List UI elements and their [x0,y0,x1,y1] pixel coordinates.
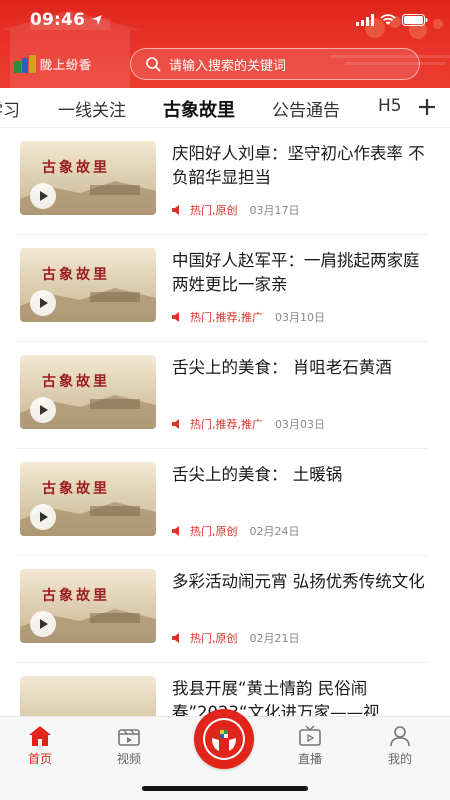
thumbnail-caption: 古象故里 [42,267,110,283]
play-icon[interactable] [30,397,56,423]
list-item[interactable]: 古象故里 庆阳好人刘卓：坚守初心作表率 不负韶华显担当 热门,原创 03月17日 [16,128,428,235]
speaker-icon [172,633,179,643]
news-meta: 热门,推荐,推广 03月10日 [172,309,325,325]
nav-video-label: 视频 [116,752,141,766]
news-meta: 热门,原创 02月21日 [172,630,300,646]
logo-text: 陇上纷香 [40,57,93,72]
speaker-icon [172,312,179,322]
thumbnail-caption: 古象故里 [42,374,110,390]
video-icon [118,729,140,746]
center-logo-icon [203,718,245,760]
news-tags: 热门,原创 [190,632,238,645]
nav-live[interactable]: 直播 [278,725,342,767]
list-item[interactable]: 古象故里 舌尖上的美食： 土暖锅 热门,原创 02月24日 [16,449,428,556]
news-date: 03月10日 [275,311,325,324]
news-tags: 热门,原创 [190,204,238,217]
tab-h5[interactable]: H5 [378,96,402,116]
video-thumbnail[interactable]: 古象故里 [20,569,156,643]
play-icon[interactable] [30,504,56,530]
header: 09:46 陇上纷香 请输入搜索的关键词 [0,0,450,88]
video-thumbnail[interactable]: 古象故里 [20,355,156,429]
search-input[interactable]: 请输入搜索的关键词 [130,48,420,80]
news-title[interactable]: 庆阳好人刘卓：坚守初心作表率 不负韶华显担当 [172,142,430,190]
status-time: 09:46 [30,10,86,30]
thumbnail-caption: 古象故里 [42,588,110,604]
signal-icon [356,14,374,26]
play-icon[interactable] [30,183,56,209]
news-tags: 热门,推荐,推广 [190,418,263,431]
battery-icon [402,14,428,26]
play-icon[interactable] [30,611,56,637]
news-date: 03月17日 [249,204,300,217]
list-item[interactable]: 古象故里 多彩活动闹元宵 弘扬优秀传统文化 热门,原创 02月21日 [16,556,428,663]
live-tv-icon [299,725,321,746]
tab-guxiang-guli[interactable]: 古象故里 [163,96,235,122]
channel-tabs: 学习 一线关注 古象故里 公告通告 H5 [0,88,450,128]
video-thumbnail[interactable]: 古象故里 [20,462,156,536]
nav-live-label: 直播 [297,752,322,766]
add-channel-button[interactable] [412,92,442,122]
list-item[interactable]: 古象故里 中国好人赵军平：一肩挑起两家庭 两姓更比一家亲 热门,推荐,推广 03… [16,235,428,342]
search-row: 陇上纷香 请输入搜索的关键词 [0,44,450,84]
search-icon [146,57,161,72]
news-meta: 热门,推荐,推广 03月03日 [172,416,325,432]
tab-announcements[interactable]: 公告通告 [272,96,340,121]
logo-emblem-icon [14,55,36,73]
thumbnail-caption: 古象故里 [42,160,110,176]
news-date: 02月24日 [249,525,300,538]
search-placeholder: 请输入搜索的关键词 [169,58,287,74]
tab-frontline[interactable]: 一线关注 [58,96,126,121]
news-title[interactable]: 多彩活动闹元宵 弘扬优秀传统文化 [172,570,430,594]
speaker-icon [172,526,179,536]
plus-icon [419,99,435,115]
speaker-icon [172,205,179,215]
home-indicator [142,786,308,791]
app-logo: 陇上纷香 [0,44,130,84]
news-list: 古象故里 庆阳好人刘卓：坚守初心作表率 不负韶华显担当 热门,原创 03月17日… [0,128,450,716]
list-item[interactable]: 古象故里 舌尖上的美食： 肖咀老石黄酒 热门,推荐,推广 03月03日 [16,342,428,449]
news-date: 02月21日 [249,632,300,645]
news-meta: 热门,原创 03月17日 [172,202,300,218]
video-thumbnail[interactable]: 古象故里 [20,141,156,215]
location-arrow-icon [92,15,103,25]
speaker-icon [172,419,179,429]
thumbnail-background [20,676,156,716]
news-title[interactable]: 舌尖上的美食： 肖咀老石黄酒 [172,356,430,380]
news-title[interactable]: 中国好人赵军平：一肩挑起两家庭 两姓更比一家亲 [172,249,430,297]
nav-home-label: 首页 [27,752,52,766]
status-bar: 09:46 [0,0,450,40]
news-date: 03月03日 [275,418,325,431]
nav-video[interactable]: 视频 [97,725,161,767]
news-tags: 热门,原创 [190,525,238,538]
video-thumbnail[interactable] [20,676,156,716]
nav-profile-label: 我的 [387,752,412,766]
play-icon[interactable] [30,290,56,316]
nav-home[interactable]: 首页 [8,725,72,767]
app-root: 09:46 陇上纷香 请输入搜索的关键词 习 一线关注 古象故里 公告通告 H5… [0,0,450,800]
thumbnail-caption: 古象故里 [42,481,110,497]
video-thumbnail[interactable]: 古象故里 [20,248,156,322]
home-icon [29,726,51,746]
profile-icon [390,726,410,747]
news-title[interactable]: 舌尖上的美食： 土暖锅 [172,463,430,487]
nav-center-button[interactable] [194,709,254,769]
news-tags: 热门,推荐,推广 [190,311,263,324]
news-meta: 热门,原创 02月24日 [172,523,300,539]
nav-profile[interactable]: 我的 [368,725,432,767]
news-title[interactable]: 我县开展“黄土情韵 民俗闹春”2023“文化进万家——视 [172,677,430,716]
wifi-icon [380,14,396,25]
tab-study[interactable]: 学习 [0,96,20,121]
